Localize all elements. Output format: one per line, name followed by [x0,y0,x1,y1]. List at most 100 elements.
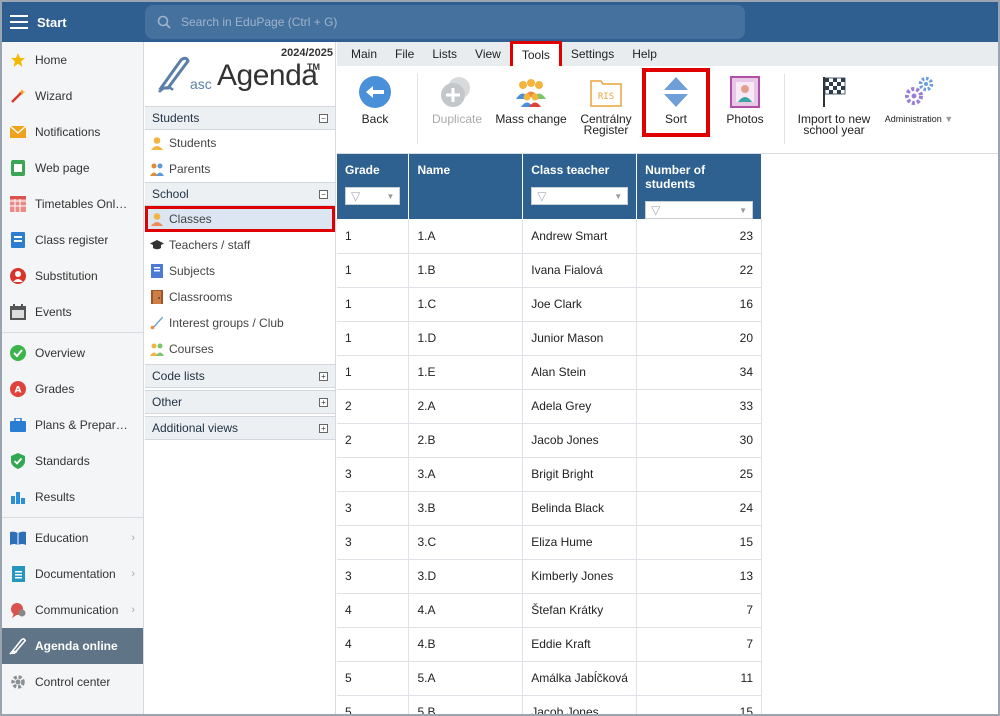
nav-class-register[interactable]: Class register [2,222,143,258]
table-row[interactable]: 1 1.B Ivana Fialová 22 [337,253,762,288]
nav-notifications[interactable]: Notifications [2,114,143,150]
menu-file[interactable]: File [386,42,423,66]
menu-tools[interactable]: Tools [509,41,562,69]
menu-help[interactable]: Help [623,42,666,66]
panel-item-courses[interactable]: Courses [145,336,335,362]
nav-education[interactable]: Education › [2,520,143,556]
table-row[interactable]: 1 1.C Joe Clark 16 [337,287,762,322]
panel-item-parents[interactable]: Parents [145,156,335,182]
menu-main[interactable]: Main [342,42,386,66]
table-row[interactable]: 2 2.B Jacob Jones 30 [337,423,762,458]
nav-agenda-online[interactable]: Agenda online [2,628,143,664]
administration-button[interactable]: Administration ▼ [879,74,959,125]
panel-item-subjects[interactable]: Subjects [145,258,335,284]
panel-item-classes[interactable]: Classes [145,206,335,232]
expand-icon[interactable]: + [319,423,328,433]
cell-grade: 5 [337,695,410,714]
sort-button[interactable]: Sort [642,68,710,137]
nav-control-center[interactable]: Control center [2,664,143,700]
web-page-icon [9,159,27,177]
table-row[interactable]: 3 3.D Kimberly Jones 13 [337,559,762,594]
duplicate-button[interactable]: Duplicate [422,74,492,125]
search-box[interactable]: Search in EduPage (Ctrl + G) [145,5,745,39]
nav-wizard[interactable]: Wizard [2,78,143,114]
panel-item-label: Students [169,136,217,150]
column-filter[interactable]: ▽ ▼ [531,187,629,205]
column-filter[interactable]: ▽ ▼ [645,201,753,219]
column-header-class-teacher[interactable]: Class teacher ▽ ▼ [522,154,638,219]
table-row[interactable]: 4 4.B Eddie Kraft 7 [337,627,762,662]
section-other[interactable]: Other + [145,390,335,414]
mass-change-button[interactable]: Mass change [492,74,570,125]
gear-icon [9,673,27,691]
table-row[interactable]: 3 3.A Brigit Bright 25 [337,457,762,492]
briefcase-icon [9,416,27,434]
cell-class-teacher: Alan Stein [522,355,638,390]
column-filter[interactable]: ▽ ▼ [345,187,401,205]
nav-web-page[interactable]: Web page [2,150,143,186]
column-header-grade[interactable]: Grade ▽ ▼ [337,154,410,219]
cell-number-of-students: 30 [636,423,762,458]
collapse-icon[interactable]: − [319,113,328,123]
table-row[interactable]: 1 1.A Andrew Smart 23 [337,219,762,254]
cell-class-teacher: Junior Mason [522,321,638,356]
back-button[interactable]: Back [337,74,413,125]
table-row[interactable]: 3 3.B Belinda Black 24 [337,491,762,526]
collapse-icon[interactable]: − [319,189,328,199]
nav-label: Web page [35,161,90,175]
column-header-name[interactable]: Name [408,154,524,219]
table-row[interactable]: 2 2.A Adela Grey 33 [337,389,762,424]
panel-item-classrooms[interactable]: Classrooms [145,284,335,310]
cell-class-teacher: Jacob Jones [522,695,638,714]
table-row[interactable]: 4 4.A Štefan Krátky 7 [337,593,762,628]
nav-label: Control center [35,675,111,689]
shield-check-icon [9,452,27,470]
expand-icon[interactable]: + [319,397,328,407]
nav-label: Plans & Prepar… [35,418,128,432]
section-additional-views[interactable]: Additional views + [145,416,335,440]
start-menu-button[interactable]: Start [10,2,67,42]
cell-number-of-students: 15 [636,525,762,560]
centralny-register-button[interactable]: RIS Centrálny Register [570,74,642,136]
section-students[interactable]: Students − [145,106,335,130]
cell-name: 1.E [408,355,524,390]
photos-button[interactable]: Photos [710,74,780,125]
expand-icon[interactable]: + [319,371,328,381]
panel-item-teachers[interactable]: Teachers / staff [145,232,335,258]
table-row[interactable]: 5 5.A Amálka Jabĺčková 11 [337,661,762,696]
nav-results[interactable]: Results [2,479,143,515]
nav-communication[interactable]: Communication › [2,592,143,628]
nav-events[interactable]: Events [2,294,143,330]
nav-documentation[interactable]: Documentation › [2,556,143,592]
panel-item-students[interactable]: Students [145,130,335,156]
column-header-number-of-students[interactable]: Number of students ▽ ▼ [636,154,762,219]
nav-grades[interactable]: A Grades [2,371,143,407]
nav-standards[interactable]: Standards [2,443,143,479]
table-row[interactable]: 3 3.C Eliza Hume 15 [337,525,762,560]
school-year: 2024/2025 [281,47,333,59]
column-title: Grade [345,163,380,177]
nav-timetables[interactable]: Timetables Onl… [2,186,143,222]
nav-substitution[interactable]: Substitution [2,258,143,294]
check-circle-icon [9,344,27,362]
asc-agenda-logo: 2024/2025 asc Agenda TM [145,42,335,106]
table-row[interactable]: 1 1.E Alan Stein 34 [337,355,762,390]
nav-plans[interactable]: Plans & Prepar… [2,407,143,443]
table-row[interactable]: 5 5.B Jacob Jones 15 [337,695,762,714]
checkered-flag-icon [823,77,846,107]
cell-name: 3.A [408,457,524,492]
nav-overview[interactable]: Overview [2,335,143,371]
import-new-school-year-button[interactable]: Import to new school year [789,74,879,136]
menu-view[interactable]: View [466,42,510,66]
cell-name: 4.B [408,627,524,662]
table-row[interactable]: 1 1.D Junior Mason 20 [337,321,762,356]
section-school[interactable]: School − [145,182,335,206]
table-header-row: Grade ▽ ▼ Name Class teacher ▽ ▼ Number of… [337,154,762,219]
photo-frame-icon [730,76,760,108]
panel-item-interest-groups[interactable]: Interest groups / Club [145,310,335,336]
nav-home[interactable]: Home [2,42,143,78]
cell-name: 1.C [408,287,524,322]
menu-settings[interactable]: Settings [562,42,623,66]
menu-lists[interactable]: Lists [423,42,466,66]
section-code-lists[interactable]: Code lists + [145,364,335,388]
